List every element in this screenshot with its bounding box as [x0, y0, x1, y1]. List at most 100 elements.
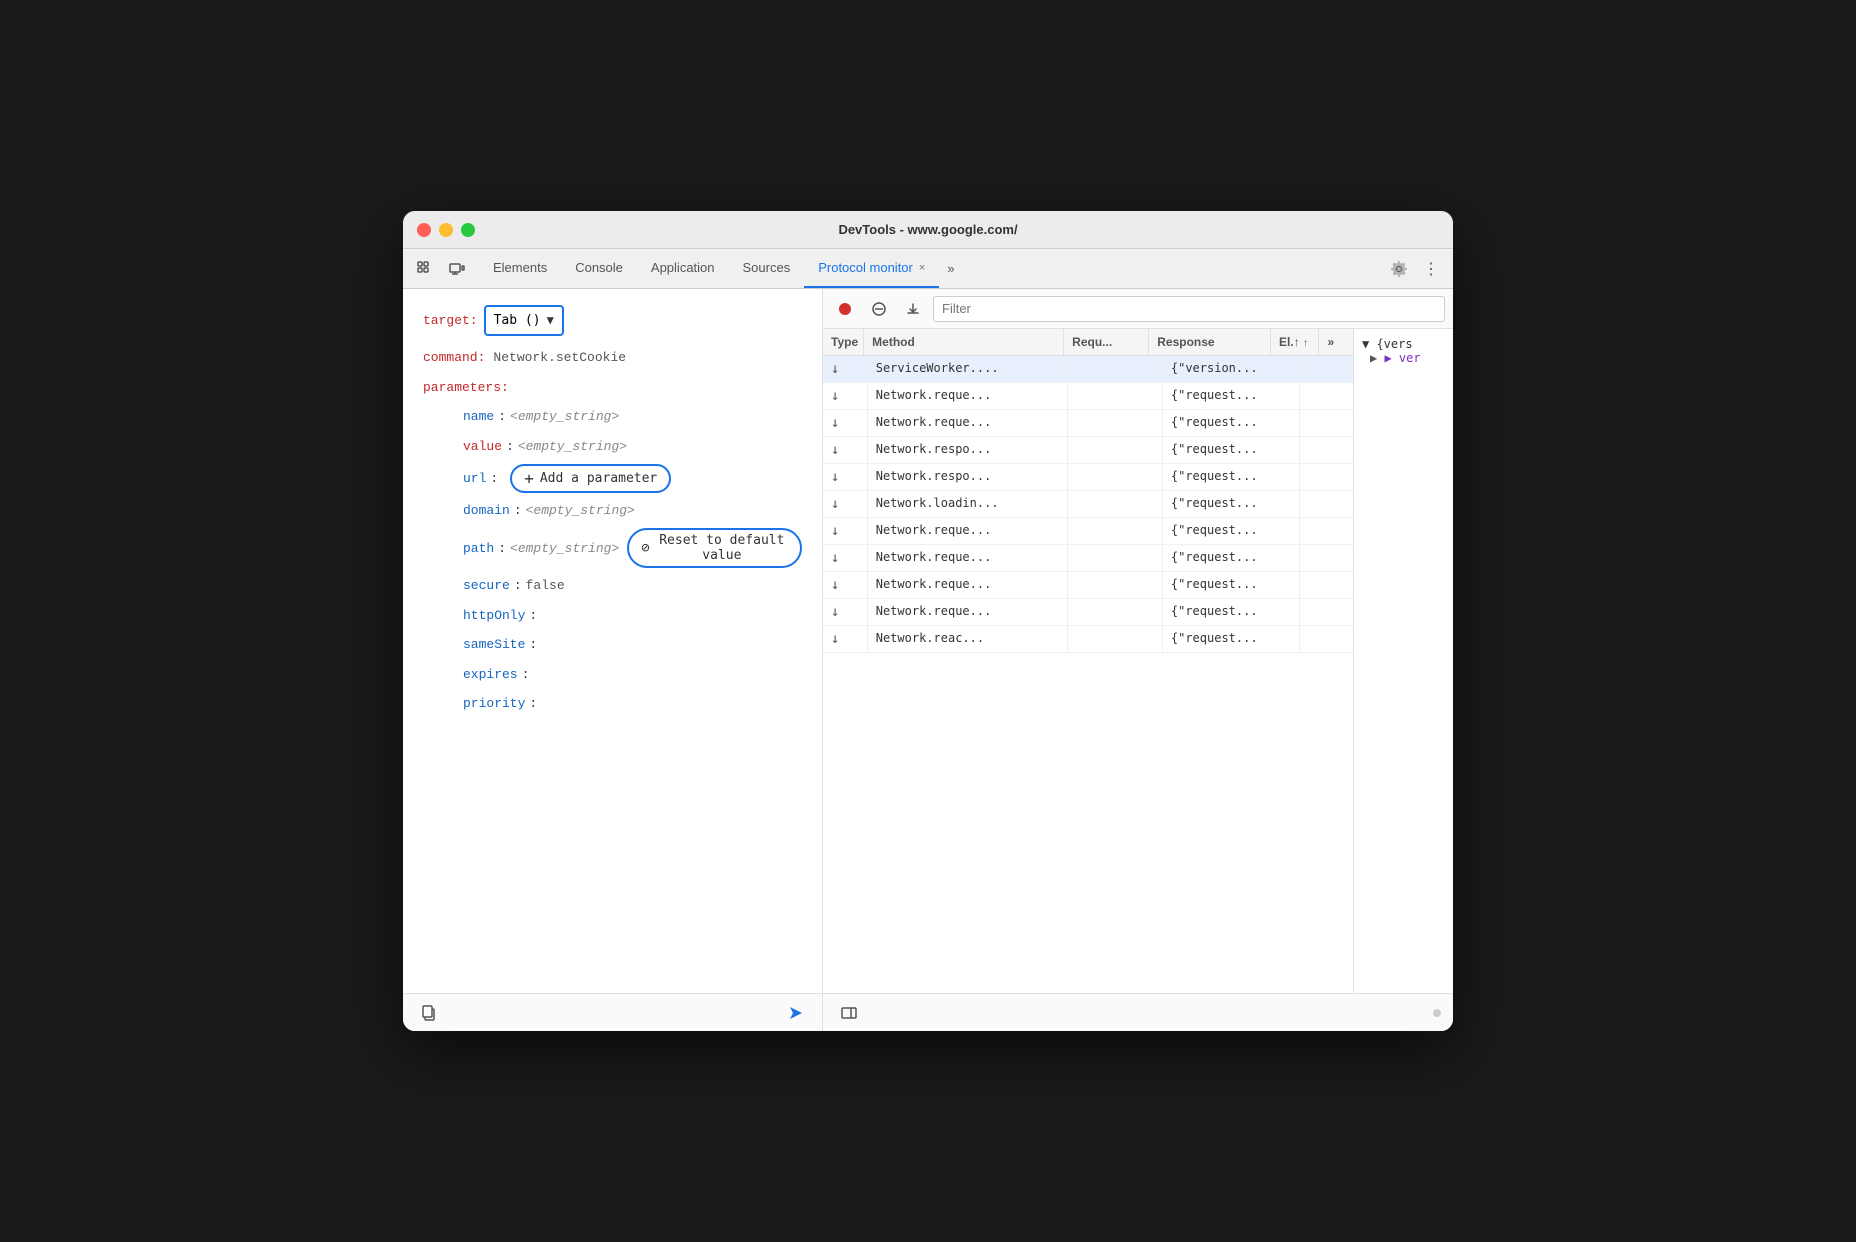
cell-type: ↓ — [823, 572, 868, 598]
col-header-request: Requ... — [1064, 329, 1149, 355]
copy-icon[interactable] — [415, 999, 443, 1027]
target-dropdown[interactable]: Tab () ▼ — [484, 305, 564, 336]
settings-icon[interactable] — [1385, 255, 1413, 283]
parameters-label: parameters: — [423, 376, 509, 399]
filter-input[interactable] — [933, 296, 1445, 322]
param-samesite-key: sameSite — [463, 633, 525, 656]
param-path-key: path — [463, 537, 494, 560]
cell-method: Network.respo... — [868, 464, 1068, 490]
table-row[interactable]: ↓ Network.reque... {"request... — [823, 599, 1353, 626]
send-button[interactable] — [782, 999, 810, 1027]
add-parameter-label: Add a parameter — [540, 471, 657, 486]
cell-response: {"request... — [1163, 410, 1300, 436]
reset-to-default-button[interactable]: ⊘ Reset to default value — [627, 528, 802, 568]
response-preview: ▼ {vers ▶ ▶ ver — [1353, 329, 1453, 993]
cell-type: ↓ — [823, 545, 868, 571]
tab-bar: Elements Console Application Sources Pro… — [403, 249, 1453, 289]
close-button[interactable] — [417, 223, 431, 237]
param-expires-row: expires : — [423, 663, 802, 686]
param-priority-row: priority : — [423, 692, 802, 715]
table-row[interactable]: ↓ Network.reque... {"request... — [823, 383, 1353, 410]
reset-label: Reset to default value — [656, 533, 788, 563]
preview-tree-open: ▼ {vers — [1362, 337, 1445, 351]
param-name-key: name — [463, 405, 494, 428]
cell-response: {"request... — [1163, 383, 1300, 409]
more-options-icon[interactable]: ⋮ — [1417, 255, 1445, 283]
param-name-value: <empty_string> — [510, 405, 619, 428]
cell-request — [1068, 572, 1163, 598]
cell-response: {"request... — [1163, 599, 1300, 625]
cell-request — [1068, 383, 1163, 409]
param-url-key: url — [463, 467, 486, 490]
tab-application[interactable]: Application — [637, 249, 729, 288]
cell-type: ↓ — [823, 383, 868, 409]
param-expires-key: expires — [463, 663, 518, 686]
cell-type: ↓ — [823, 356, 868, 382]
tab-elements[interactable]: Elements — [479, 249, 561, 288]
cell-request — [1068, 626, 1163, 652]
param-httponly-row: httpOnly : — [423, 604, 802, 627]
table-row[interactable]: ↓ Network.reque... {"request... — [823, 410, 1353, 437]
command-label: command: — [423, 346, 485, 369]
tab-console[interactable]: Console — [561, 249, 637, 288]
cell-response: {"request... — [1163, 572, 1300, 598]
cell-response: {"request... — [1163, 518, 1300, 544]
table-row[interactable]: ↓ Network.respo... {"request... — [823, 464, 1353, 491]
tab-protocol-monitor[interactable]: Protocol monitor × — [804, 249, 939, 288]
table-row[interactable]: ↓ Network.loadin... {"request... — [823, 491, 1353, 518]
cell-response: {"request... — [1163, 545, 1300, 571]
add-parameter-button[interactable]: + Add a parameter — [510, 464, 671, 493]
cell-request — [1068, 437, 1163, 463]
cell-request — [1068, 599, 1163, 625]
table-row[interactable]: ↓ Network.respo... {"request... — [823, 437, 1353, 464]
protocol-monitor-toolbar — [823, 289, 1453, 329]
clear-button[interactable] — [865, 295, 893, 323]
parameters-row: parameters: — [423, 376, 802, 399]
table-row[interactable]: ↓ Network.reque... {"request... — [823, 545, 1353, 572]
cell-method: Network.reque... — [868, 545, 1068, 571]
cell-method: Network.reque... — [868, 410, 1068, 436]
table-row[interactable]: ↓ Network.reque... {"request... — [823, 572, 1353, 599]
cell-elapsed — [1300, 464, 1353, 490]
col-header-response: Response — [1149, 329, 1271, 355]
param-secure-key: secure — [463, 574, 510, 597]
inspect-icon[interactable] — [411, 255, 439, 283]
protocol-table: Type Method Requ... Response El.↑ — [823, 329, 1353, 993]
param-secure-row: secure : false — [423, 574, 802, 597]
window-controls — [417, 223, 475, 237]
cell-request — [1068, 464, 1163, 490]
command-row: command: Network.setCookie — [423, 346, 802, 369]
table-row[interactable]: ↓ ServiceWorker.... {"version... — [823, 356, 1353, 383]
record-button[interactable] — [831, 295, 859, 323]
param-path-row: path : <empty_string> ⊘ Reset to default… — [423, 528, 802, 568]
cell-type: ↓ — [823, 437, 868, 463]
cell-response: {"request... — [1163, 626, 1300, 652]
target-value: Tab () — [494, 309, 541, 332]
main-content: target: Tab () ▼ command: Network.setCoo… — [403, 289, 1453, 1031]
sidebar-toggle-icon[interactable] — [835, 999, 863, 1027]
minimize-button[interactable] — [439, 223, 453, 237]
cell-method: ServiceWorker.... — [868, 356, 1068, 382]
param-path-value: <empty_string> — [510, 537, 619, 560]
tab-overflow-button[interactable]: » — [939, 249, 962, 288]
cell-method: Network.reque... — [868, 383, 1068, 409]
cell-elapsed — [1300, 572, 1353, 598]
table-row[interactable]: ↓ Network.reac... {"request... — [823, 626, 1353, 653]
left-toolbar — [403, 993, 822, 1031]
param-secure-value: false — [526, 574, 565, 597]
cell-type: ↓ — [823, 626, 868, 652]
tabs-list: Elements Console Application Sources Pro… — [479, 249, 1385, 288]
col-header-method: Method — [864, 329, 1064, 355]
maximize-button[interactable] — [461, 223, 475, 237]
tab-sources[interactable]: Sources — [729, 249, 805, 288]
param-priority-key: priority — [463, 692, 525, 715]
cell-method: Network.loadin... — [868, 491, 1068, 517]
cell-response: {"request... — [1163, 437, 1300, 463]
col-header-more[interactable]: » — [1319, 329, 1353, 355]
param-domain-row: domain : <empty_string> — [423, 499, 802, 522]
device-icon[interactable] — [443, 255, 471, 283]
tab-close-icon[interactable]: × — [919, 262, 925, 274]
download-button[interactable] — [899, 295, 927, 323]
cell-type: ↓ — [823, 599, 868, 625]
table-row[interactable]: ↓ Network.reque... {"request... — [823, 518, 1353, 545]
